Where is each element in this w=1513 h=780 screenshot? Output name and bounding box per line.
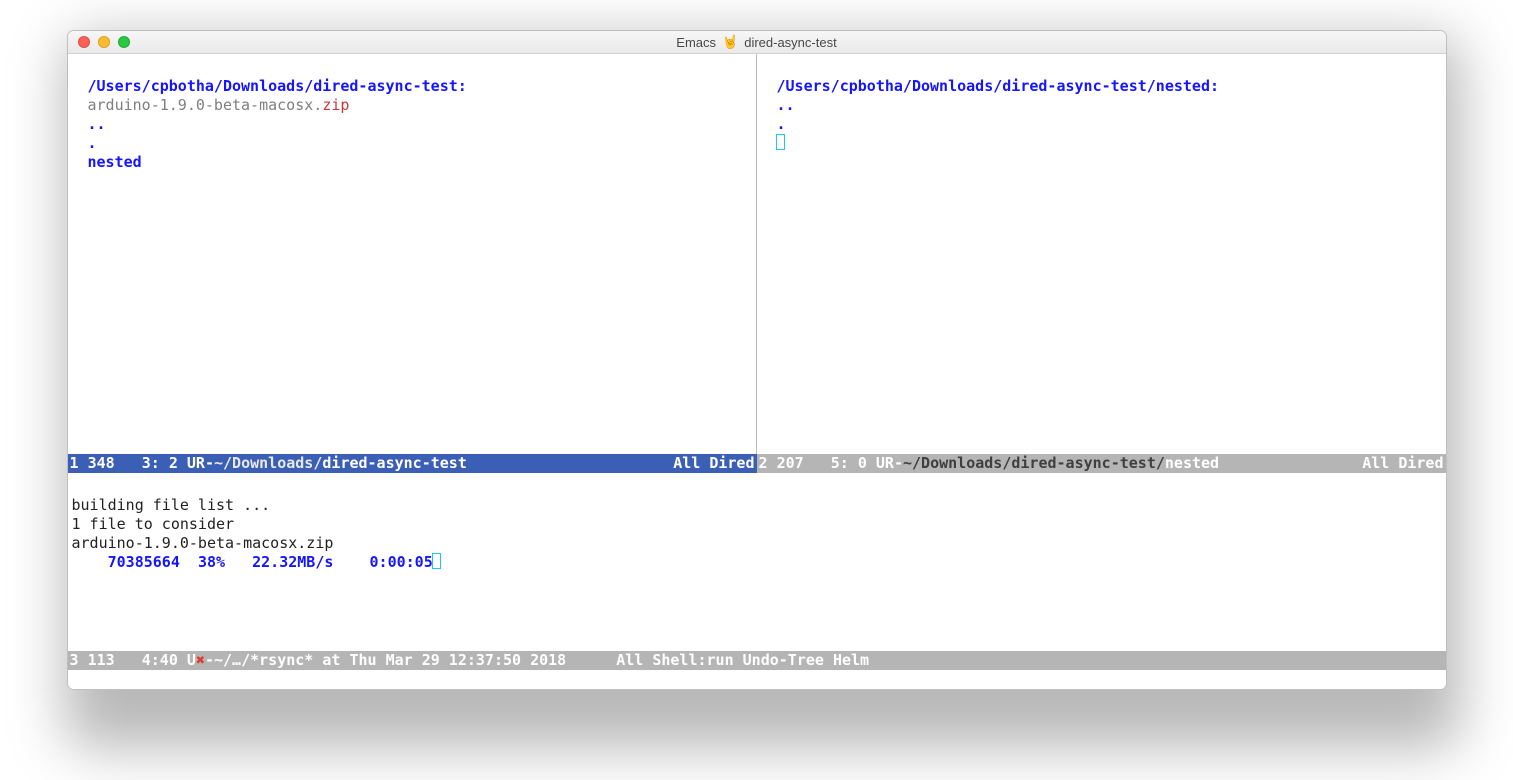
- modelines-top: 1 348 3: 2 UR-~/Downloads/dired-async-te…: [68, 454, 1446, 473]
- window-title: Emacs 🤘 dired-async-test: [68, 34, 1446, 50]
- ml-bot-flags-post: -~/…/: [205, 651, 250, 670]
- dired-path-left: /Users/cpbotha/Downloads/dired-async-tes…: [88, 77, 467, 95]
- zoom-icon[interactable]: [118, 36, 130, 48]
- ml-bot-pos: 4:40: [142, 651, 178, 670]
- ml-right-win: 2: [759, 454, 768, 473]
- ml-left-win: 1: [70, 454, 79, 473]
- ml-left-folder: dired-async-test: [322, 454, 467, 473]
- minimize-icon[interactable]: [98, 36, 110, 48]
- top-split: /Users/cpbotha/Downloads/dired-async-tes…: [68, 54, 1446, 454]
- titlebar[interactable]: Emacs 🤘 dired-async-test: [68, 31, 1446, 54]
- dired-parent-dir-right[interactable]: ..: [777, 96, 795, 114]
- rsync-bytes: 70385664: [108, 553, 180, 571]
- ml-bot-size: 113: [88, 651, 115, 670]
- ml-bot-timestamp: at Thu Mar 29 12:37:50 2018: [313, 651, 566, 670]
- ml-right-size: 207: [777, 454, 804, 473]
- ml-right-pos: 5: 0: [831, 454, 867, 473]
- point-cursor: [776, 134, 785, 150]
- ml-left-right: All Dired: [673, 454, 754, 473]
- ml-left-pos: 3: 2: [142, 454, 178, 473]
- minibuffer[interactable]: [68, 670, 1446, 689]
- ml-bot-win: 3: [70, 651, 79, 670]
- rsync-line-2: 1 file to consider: [72, 515, 235, 533]
- ml-bot-buffer: *rsync*: [250, 651, 313, 670]
- dired-pane-left[interactable]: /Users/cpbotha/Downloads/dired-async-tes…: [68, 54, 757, 454]
- traffic-lights: [78, 36, 130, 48]
- dired-file-base[interactable]: arduino-1.9.0-beta-macosx.: [88, 96, 323, 114]
- close-icon[interactable]: [78, 36, 90, 48]
- dired-path-right: /Users/cpbotha/Downloads/dired-async-tes…: [777, 77, 1220, 95]
- point-cursor-rsync: [432, 553, 441, 569]
- title-app: Emacs: [676, 35, 716, 50]
- dired-current-dir[interactable]: .: [88, 134, 97, 152]
- dired-parent-dir[interactable]: ..: [88, 115, 106, 133]
- rock-hand-icon: 🤘: [722, 34, 738, 50]
- dired-current-dir-right[interactable]: .: [777, 115, 786, 133]
- dired-file-ext[interactable]: zip: [322, 96, 349, 114]
- ml-left-flags: UR-: [187, 454, 214, 473]
- ml-left-size: 348: [88, 454, 115, 473]
- rsync-rate: 22.32MB/s: [252, 553, 333, 571]
- modeline-bottom[interactable]: 3 113 4:40 U✖-~/…/*rsync* at Thu Mar 29 …: [68, 651, 1446, 670]
- ml-right-flags: UR-: [876, 454, 903, 473]
- rsync-line-1: building file list ...: [72, 496, 271, 514]
- rsync-line-3: arduino-1.9.0-beta-macosx.zip: [72, 534, 334, 552]
- emacs-window: Emacs 🤘 dired-async-test /Users/cpbotha/…: [67, 30, 1447, 690]
- ml-right-folder: nested: [1165, 454, 1219, 473]
- rsync-eta: 0:00:05: [370, 553, 433, 571]
- rsync-output-pane[interactable]: building file list ... 1 file to conside…: [68, 473, 1446, 651]
- title-buffer: dired-async-test: [744, 35, 836, 50]
- dired-pane-right[interactable]: /Users/cpbotha/Downloads/dired-async-tes…: [757, 54, 1446, 454]
- ml-bot-flags-pre: U: [187, 651, 196, 670]
- ml-bot-right: All Shell:run Undo-Tree Helm: [616, 651, 929, 670]
- ml-right-path: ~/Downloads/dired-async-test/: [903, 454, 1165, 473]
- modified-indicator-icon: ✖: [196, 651, 205, 670]
- ml-left-path: ~/Downloads/: [214, 454, 322, 473]
- modeline-right[interactable]: 2 207 5: 0 UR-~/Downloads/dired-async-te…: [757, 454, 1446, 473]
- ml-right-right: All Dired: [1362, 454, 1443, 473]
- rsync-percent: 38%: [198, 553, 225, 571]
- dired-subdir-nested[interactable]: nested: [88, 153, 142, 171]
- modeline-left[interactable]: 1 348 3: 2 UR-~/Downloads/dired-async-te…: [68, 454, 757, 473]
